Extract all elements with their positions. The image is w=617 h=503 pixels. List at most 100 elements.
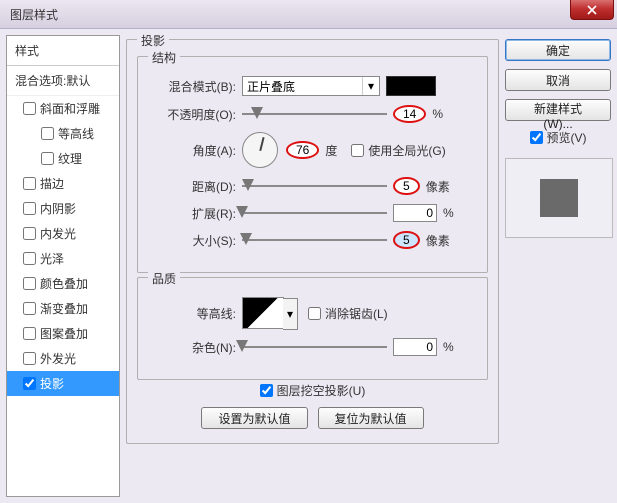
sidebar-item-label: 斜面和浮雕	[40, 100, 100, 117]
knockout-checkbox[interactable]	[260, 384, 273, 397]
size-value[interactable]: 5	[393, 231, 420, 249]
quality-group: 品质 等高线: ▾ 消除锯齿(L) 杂色(N):	[137, 277, 488, 380]
sidebar-item-label: 内发光	[40, 225, 76, 242]
size-slider[interactable]	[242, 231, 387, 249]
sidebar-item-label: 内阴影	[40, 200, 76, 217]
sidebar-item[interactable]: 渐变叠加	[7, 296, 119, 321]
sidebar-item-checkbox[interactable]	[23, 202, 36, 215]
sidebar-item[interactable]: 纹理	[7, 146, 119, 171]
spread-slider[interactable]	[242, 204, 387, 222]
new-style-button[interactable]: 新建样式(W)...	[505, 99, 611, 121]
sidebar-item-label: 投影	[40, 375, 64, 392]
sidebar-item-label: 纹理	[58, 150, 82, 167]
sidebar-header[interactable]: 样式	[7, 36, 119, 66]
contour-label: 等高线:	[148, 305, 242, 322]
size-label: 大小(S):	[148, 232, 242, 249]
sidebar-item[interactable]: 斜面和浮雕	[7, 96, 119, 121]
preview-box	[505, 158, 613, 238]
shadow-color-swatch[interactable]	[386, 76, 436, 96]
blend-default-item[interactable]: 混合选项:默认	[7, 66, 119, 96]
angle-label: 角度(A):	[148, 142, 242, 159]
sidebar-item[interactable]: 描边	[7, 171, 119, 196]
antialias-label: 消除锯齿(L)	[325, 305, 388, 322]
opacity-slider[interactable]	[242, 105, 387, 123]
opacity-value[interactable]: 14	[393, 105, 426, 123]
preview-check[interactable]: 预览(V)	[505, 129, 611, 146]
sidebar-item-checkbox[interactable]	[23, 102, 36, 115]
antialias-checkbox[interactable]	[308, 307, 321, 320]
drop-shadow-group: 投影 结构 混合模式(B): 正片叠底 ▾ 不透明度(O):	[126, 39, 499, 444]
spread-value[interactable]	[393, 204, 437, 222]
sidebar-item-checkbox[interactable]	[23, 377, 36, 390]
distance-row: 距离(D): 5 像素	[148, 177, 477, 195]
sidebar-item-checkbox[interactable]	[23, 277, 36, 290]
preview-swatch	[540, 179, 578, 217]
sidebar-item[interactable]: 投影	[7, 371, 119, 396]
use-global-light-checkbox[interactable]	[351, 144, 364, 157]
sidebar-item-checkbox[interactable]	[23, 252, 36, 265]
sidebar-item-checkbox[interactable]	[23, 177, 36, 190]
noise-unit: %	[443, 340, 454, 354]
sidebar-item-checkbox[interactable]	[41, 152, 54, 165]
sidebar-item[interactable]: 图案叠加	[7, 321, 119, 346]
sidebar-item-label: 外发光	[40, 350, 76, 367]
close-button[interactable]	[570, 0, 614, 20]
sidebar-item[interactable]: 颜色叠加	[7, 271, 119, 296]
sidebar-item-checkbox[interactable]	[23, 302, 36, 315]
sidebar-item[interactable]: 外发光	[7, 346, 119, 371]
opacity-label: 不透明度(O):	[148, 106, 242, 123]
quality-legend: 品质	[148, 270, 180, 287]
use-global-light-check[interactable]: 使用全局光(G)	[351, 142, 445, 159]
sidebar-item-checkbox[interactable]	[23, 352, 36, 365]
window-title: 图层样式	[10, 6, 58, 23]
reset-default-button[interactable]: 复位为默认值	[318, 407, 424, 429]
antialias-check[interactable]: 消除锯齿(L)	[308, 305, 388, 322]
distance-value[interactable]: 5	[393, 177, 420, 195]
noise-value[interactable]	[393, 338, 437, 356]
ok-button[interactable]: 确定	[505, 39, 611, 61]
blend-mode-combo[interactable]: 正片叠底 ▾	[242, 76, 380, 96]
distance-label: 距离(D):	[148, 178, 242, 195]
contour-picker[interactable]: ▾	[242, 297, 284, 329]
sidebar-item-checkbox[interactable]	[41, 127, 54, 140]
preview-label: 预览(V)	[547, 129, 587, 146]
contour-row: 等高线: ▾ 消除锯齿(L)	[148, 297, 477, 329]
chevron-down-icon: ▾	[283, 298, 298, 330]
sidebar-item[interactable]: 内阴影	[7, 196, 119, 221]
noise-label: 杂色(N):	[148, 339, 242, 356]
size-unit: 像素	[426, 232, 450, 249]
sidebar-item-checkbox[interactable]	[23, 227, 36, 240]
angle-value[interactable]: 76	[286, 141, 319, 159]
sidebar-item-label: 等高线	[58, 125, 94, 142]
layer-style-dialog: 图层样式 样式 混合选项:默认 斜面和浮雕等高线纹理描边内阴影内发光光泽颜色叠加…	[0, 0, 617, 503]
group-legend-title: 投影	[137, 32, 169, 49]
set-default-button[interactable]: 设置为默认值	[201, 407, 307, 429]
sidebar-item[interactable]: 等高线	[7, 121, 119, 146]
opacity-unit: %	[432, 107, 443, 121]
spread-label: 扩展(R):	[148, 205, 242, 222]
noise-slider[interactable]	[242, 338, 387, 356]
noise-row: 杂色(N): %	[148, 338, 477, 356]
sidebar-item[interactable]: 内发光	[7, 221, 119, 246]
chevron-down-icon: ▾	[362, 77, 379, 95]
sidebar-item-label: 描边	[40, 175, 64, 192]
knockout-check[interactable]: 图层挖空投影(U)	[260, 382, 366, 399]
sidebar-item-checkbox[interactable]	[23, 327, 36, 340]
use-global-light-label: 使用全局光(G)	[368, 142, 445, 159]
preview-checkbox[interactable]	[530, 131, 543, 144]
sidebar-item-label: 渐变叠加	[40, 300, 88, 317]
angle-dial[interactable]	[242, 132, 278, 168]
titlebar[interactable]: 图层样式	[0, 0, 617, 29]
spread-row: 扩展(R): %	[148, 204, 477, 222]
close-icon	[587, 5, 597, 15]
distance-slider[interactable]	[242, 177, 387, 195]
blend-mode-value: 正片叠底	[247, 78, 295, 95]
cancel-button[interactable]: 取消	[505, 69, 611, 91]
angle-row: 角度(A): 76 度 使用全局光(G)	[148, 132, 477, 168]
right-panel: 确定 取消 新建样式(W)... 预览(V)	[505, 35, 611, 497]
blend-mode-label: 混合模式(B):	[148, 78, 242, 95]
sidebar-item[interactable]: 光泽	[7, 246, 119, 271]
spread-unit: %	[443, 206, 454, 220]
structure-group: 结构 混合模式(B): 正片叠底 ▾ 不透明度(O): 14 %	[137, 56, 488, 273]
size-row: 大小(S): 5 像素	[148, 231, 477, 249]
